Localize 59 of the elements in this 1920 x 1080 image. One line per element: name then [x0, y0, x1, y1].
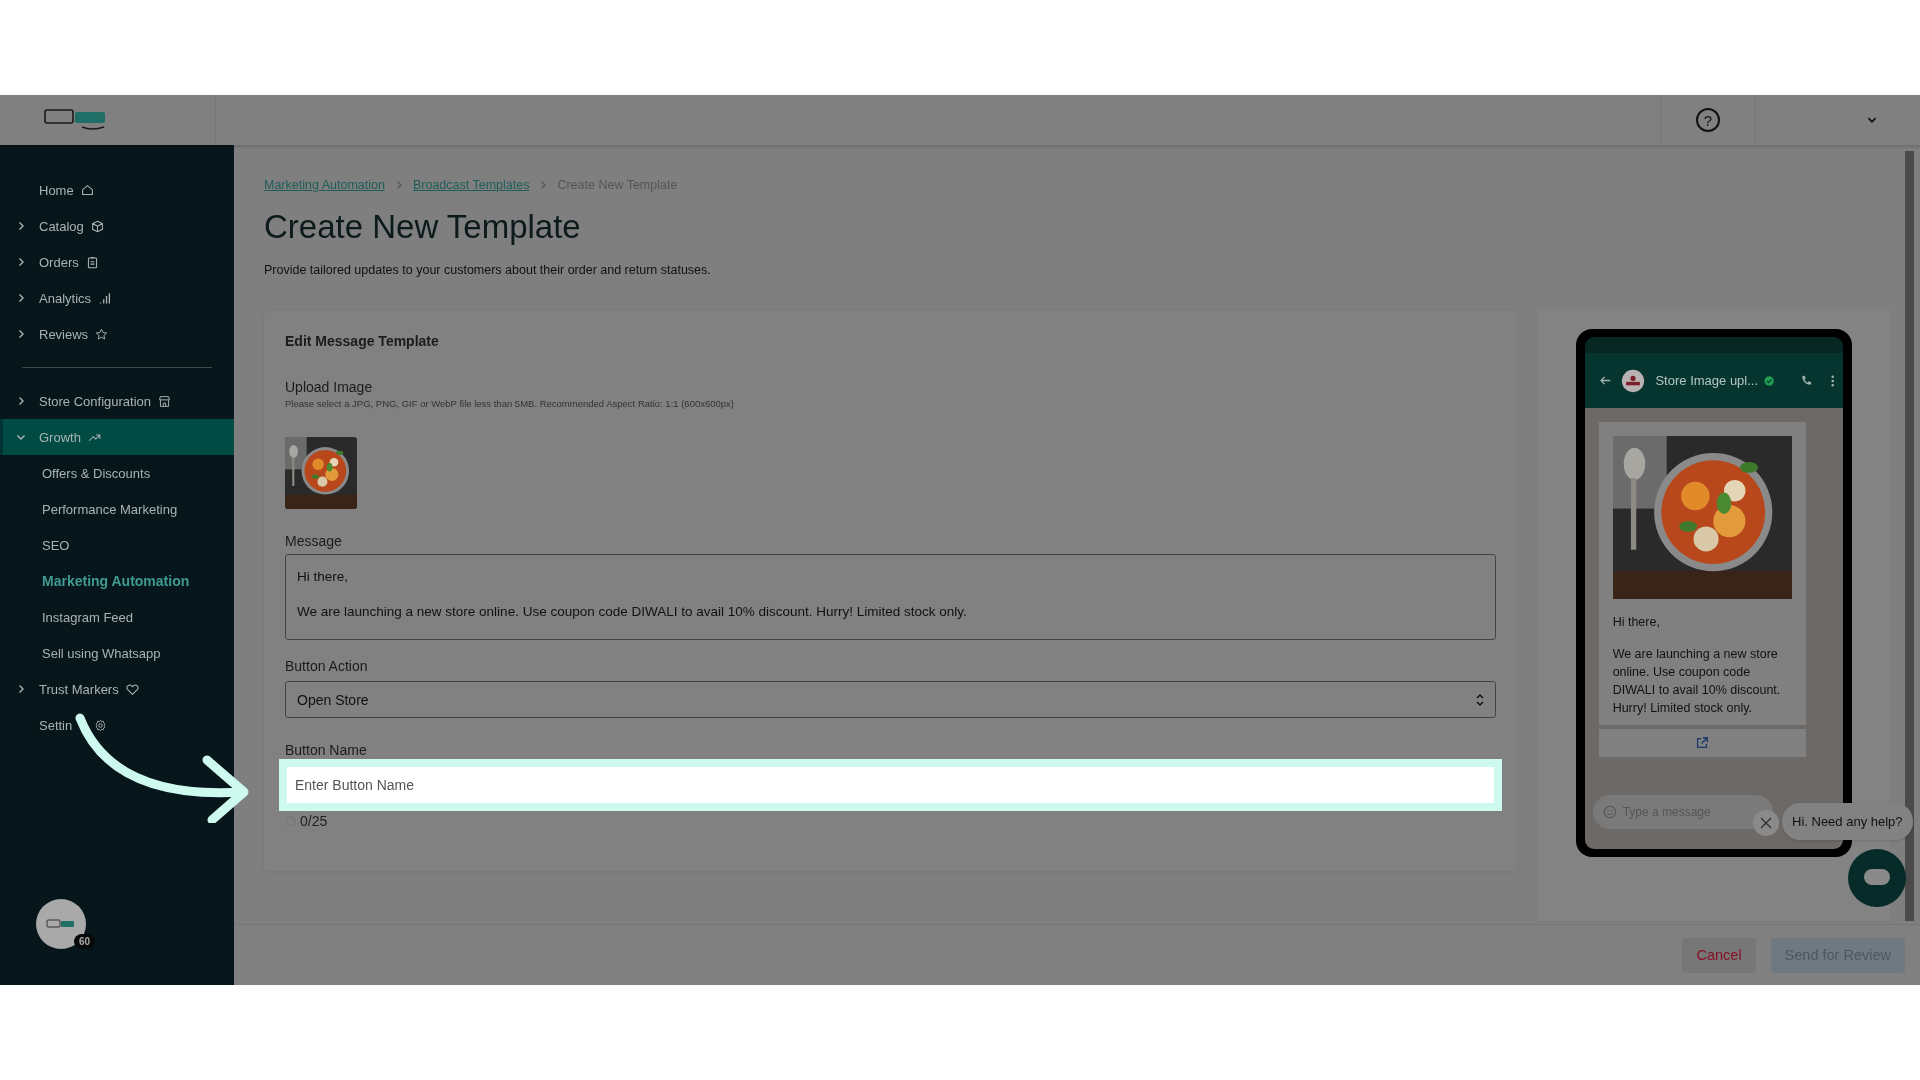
logo-icon: [46, 919, 76, 929]
character-counter: 0/25: [300, 813, 328, 829]
message-text: We are launching a new store online. Use coupon code DIWALI to avail 10% discount. Hurry! Limited stock only.: [1612, 646, 1782, 717]
store-icon: [158, 394, 171, 408]
chevron-icon: [16, 329, 26, 339]
upload-hint: Please select a JPG, PNG, GIF or WebP file less than 5MB. Recommended Aspect Ratio: 1:1 (600x600px): [285, 398, 735, 409]
sidebar-subitem[interactable]: SEO: [0, 527, 234, 563]
field-label: Button Name: [285, 742, 368, 758]
more-icon: [1831, 373, 1835, 388]
sort-icon: [1475, 691, 1486, 708]
message-text: Hi there,: [1612, 614, 1661, 631]
sidebar-item[interactable]: Catalog: [0, 208, 234, 244]
sidebar-item[interactable]: Store Configuration: [0, 383, 234, 419]
sidebar-item[interactable]: Analytics: [0, 280, 234, 316]
sidebar-item[interactable]: Settin: [0, 707, 234, 743]
chevron-icon: [16, 432, 26, 442]
star-icon: [95, 327, 109, 341]
field-label: Upload Image: [285, 379, 374, 395]
clipboard-icon: [85, 255, 99, 269]
contact-name: Store Image upl...: [1655, 373, 1759, 388]
close-icon[interactable]: [1753, 810, 1779, 836]
message-text: We are launching a new store online. Use coupon code DIWALI to avail 10% discount. Hurry! Limited stock only.: [297, 604, 968, 619]
field-label: Button Action: [285, 658, 369, 674]
scrollbar[interactable]: [1905, 151, 1914, 921]
page-title: Create New Template: [264, 208, 582, 246]
count-badge: 60: [74, 934, 96, 949]
sidebar-subitem[interactable]: Sell using Whatsapp: [0, 635, 234, 671]
field-label: Message: [285, 533, 343, 549]
button-action-select[interactable]: Open Store: [285, 681, 1497, 718]
chevron-icon: [16, 684, 26, 694]
sidebar-subitem[interactable]: Performance Marketing: [0, 491, 234, 527]
chevron-icon: [16, 293, 26, 303]
sidebar-item[interactable]: Orders: [0, 244, 234, 280]
phone-icon: [1800, 373, 1814, 388]
sidebar-subitem[interactable]: Marketing Automation: [0, 563, 234, 599]
chevron-icon: [16, 221, 26, 231]
page-description: Provide tailored updates to your customers about their order and return statuses.: [264, 263, 712, 277]
help-button[interactable]: ?: [1696, 108, 1720, 132]
gear-icon: [94, 718, 108, 732]
box-icon: [90, 219, 104, 233]
external-link-icon: [1695, 736, 1710, 750]
message-field[interactable]: Hi there, We are launching a new store online. Use coupon code DIWALI to avail 10% discount. Hurry! Limited stock only.: [285, 554, 1497, 640]
message-text: Hi there,: [297, 569, 350, 584]
sidebar-item[interactable]: Growth: [0, 419, 234, 455]
sidebar-subitem[interactable]: Offers & Discounts: [0, 455, 234, 491]
smiley-icon: [1602, 805, 1617, 819]
sidebar-subitem[interactable]: Instagram Feed: [0, 599, 234, 635]
sidebar-item[interactable]: Trust Markers: [0, 671, 234, 707]
help-bubble[interactable]: Hi. Need any help?: [1782, 803, 1913, 840]
chevron-icon: [16, 257, 26, 267]
form-title: Edit Message Template: [285, 333, 440, 349]
text-input[interactable]: Enter Button Name: [287, 767, 1495, 803]
sidebar-item[interactable]: Reviews: [0, 316, 234, 352]
button-name-field[interactable]: Enter Button Name: [279, 759, 1503, 811]
chat-bubble-icon[interactable]: [1848, 849, 1906, 907]
chevron-icon: [16, 396, 26, 406]
sidebar-item[interactable]: Home: [0, 172, 234, 208]
heart-icon: [125, 682, 139, 696]
home-icon: [80, 183, 94, 197]
